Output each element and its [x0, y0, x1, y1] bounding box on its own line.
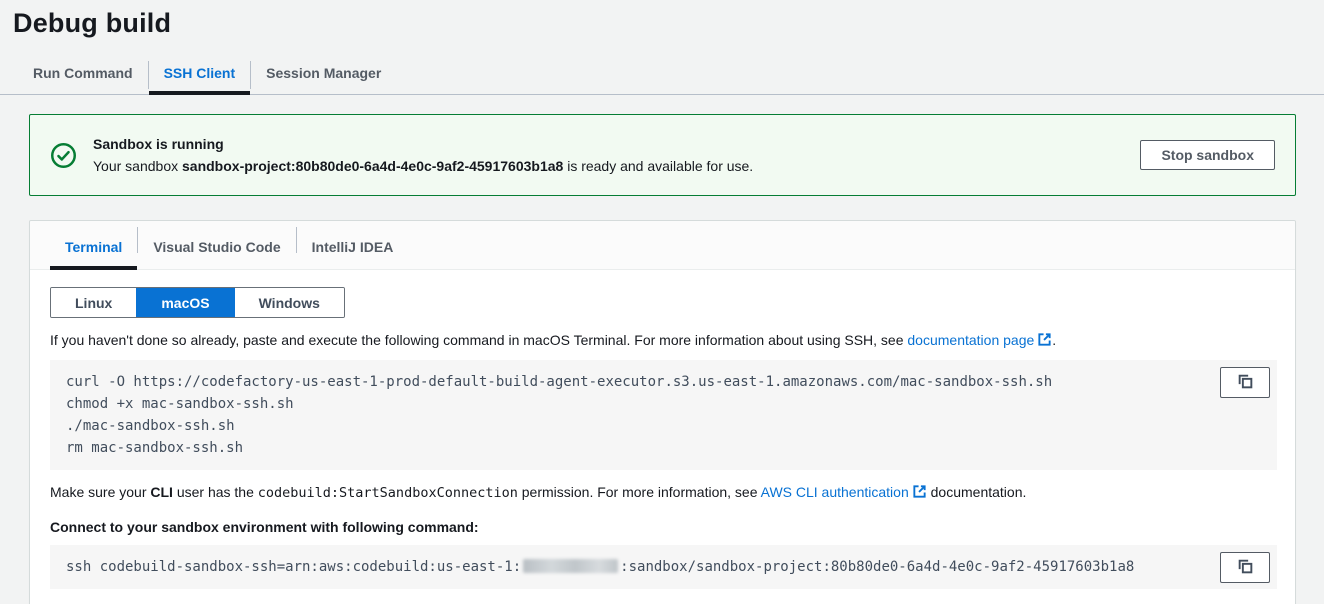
- code-line: ssh codebuild-sandbox-ssh=arn:aws:codebu…: [66, 559, 1134, 575]
- tab-session-manager[interactable]: Session Manager: [251, 59, 396, 94]
- client-tabs: Terminal Visual Studio Code IntelliJ IDE…: [30, 221, 1295, 270]
- sandbox-status-banner: Sandbox is running Your sandbox sandbox-…: [29, 114, 1296, 196]
- copy-icon: [1237, 373, 1254, 393]
- aws-cli-authentication-link[interactable]: AWS CLI authentication: [761, 484, 909, 500]
- tab-terminal[interactable]: Terminal: [50, 221, 137, 269]
- copy-icon: [1237, 558, 1254, 578]
- copy-connect-command-button[interactable]: [1220, 552, 1270, 583]
- documentation-page-link[interactable]: documentation page: [907, 332, 1034, 348]
- card-body: Linux macOS Windows If you haven't done …: [30, 270, 1295, 604]
- code-line: chmod +x mac-sandbox-ssh.sh: [66, 396, 294, 412]
- os-option-windows[interactable]: Windows: [234, 288, 344, 317]
- ssh-instructions: If you haven't done so already, paste an…: [50, 330, 1277, 352]
- os-option-linux[interactable]: Linux: [51, 288, 136, 317]
- banner-title: Sandbox is running: [93, 133, 1116, 155]
- tab-run-command[interactable]: Run Command: [18, 59, 148, 94]
- stop-sandbox-button[interactable]: Stop sandbox: [1140, 140, 1275, 170]
- tab-intellij-idea[interactable]: IntelliJ IDEA: [297, 221, 409, 269]
- connect-command-heading: Connect to your sandbox environment with…: [50, 517, 1277, 537]
- ssh-connection-card: Terminal Visual Studio Code IntelliJ IDE…: [29, 220, 1296, 604]
- banner-message: Sandbox is running Your sandbox sandbox-…: [93, 133, 1116, 177]
- banner-detail: Your sandbox sandbox-project:80b80de0-6a…: [93, 155, 1116, 177]
- copy-setup-script-button[interactable]: [1220, 367, 1270, 398]
- code-line: curl -O https://codefactory-us-east-1-pr…: [66, 374, 1052, 390]
- setup-script-code-block: curl -O https://codefactory-us-east-1-pr…: [50, 360, 1277, 470]
- permission-note: Make sure your CLI user has the codebuil…: [50, 482, 1277, 504]
- external-link-icon: [912, 484, 927, 504]
- success-check-icon: [50, 142, 77, 169]
- external-link-icon: [1037, 332, 1052, 352]
- tab-ssh-client[interactable]: SSH Client: [149, 59, 251, 94]
- build-debug-tabs: Run Command SSH Client Session Manager: [18, 59, 1324, 94]
- sandbox-id: sandbox-project:80b80de0-6a4d-4e0c-9af2-…: [182, 158, 563, 174]
- permission-code: codebuild:StartSandboxConnection: [258, 485, 518, 501]
- connect-command-code-block: ssh codebuild-sandbox-ssh=arn:aws:codebu…: [50, 545, 1277, 589]
- os-option-macos[interactable]: macOS: [136, 288, 233, 317]
- tab-visual-studio-code[interactable]: Visual Studio Code: [138, 221, 295, 269]
- redacted-account-id: [523, 559, 618, 573]
- page-title: Debug build: [0, 0, 1324, 39]
- code-line: rm mac-sandbox-ssh.sh: [66, 440, 243, 456]
- code-line: ./mac-sandbox-ssh.sh: [66, 418, 235, 434]
- os-segmented-control: Linux macOS Windows: [50, 287, 345, 318]
